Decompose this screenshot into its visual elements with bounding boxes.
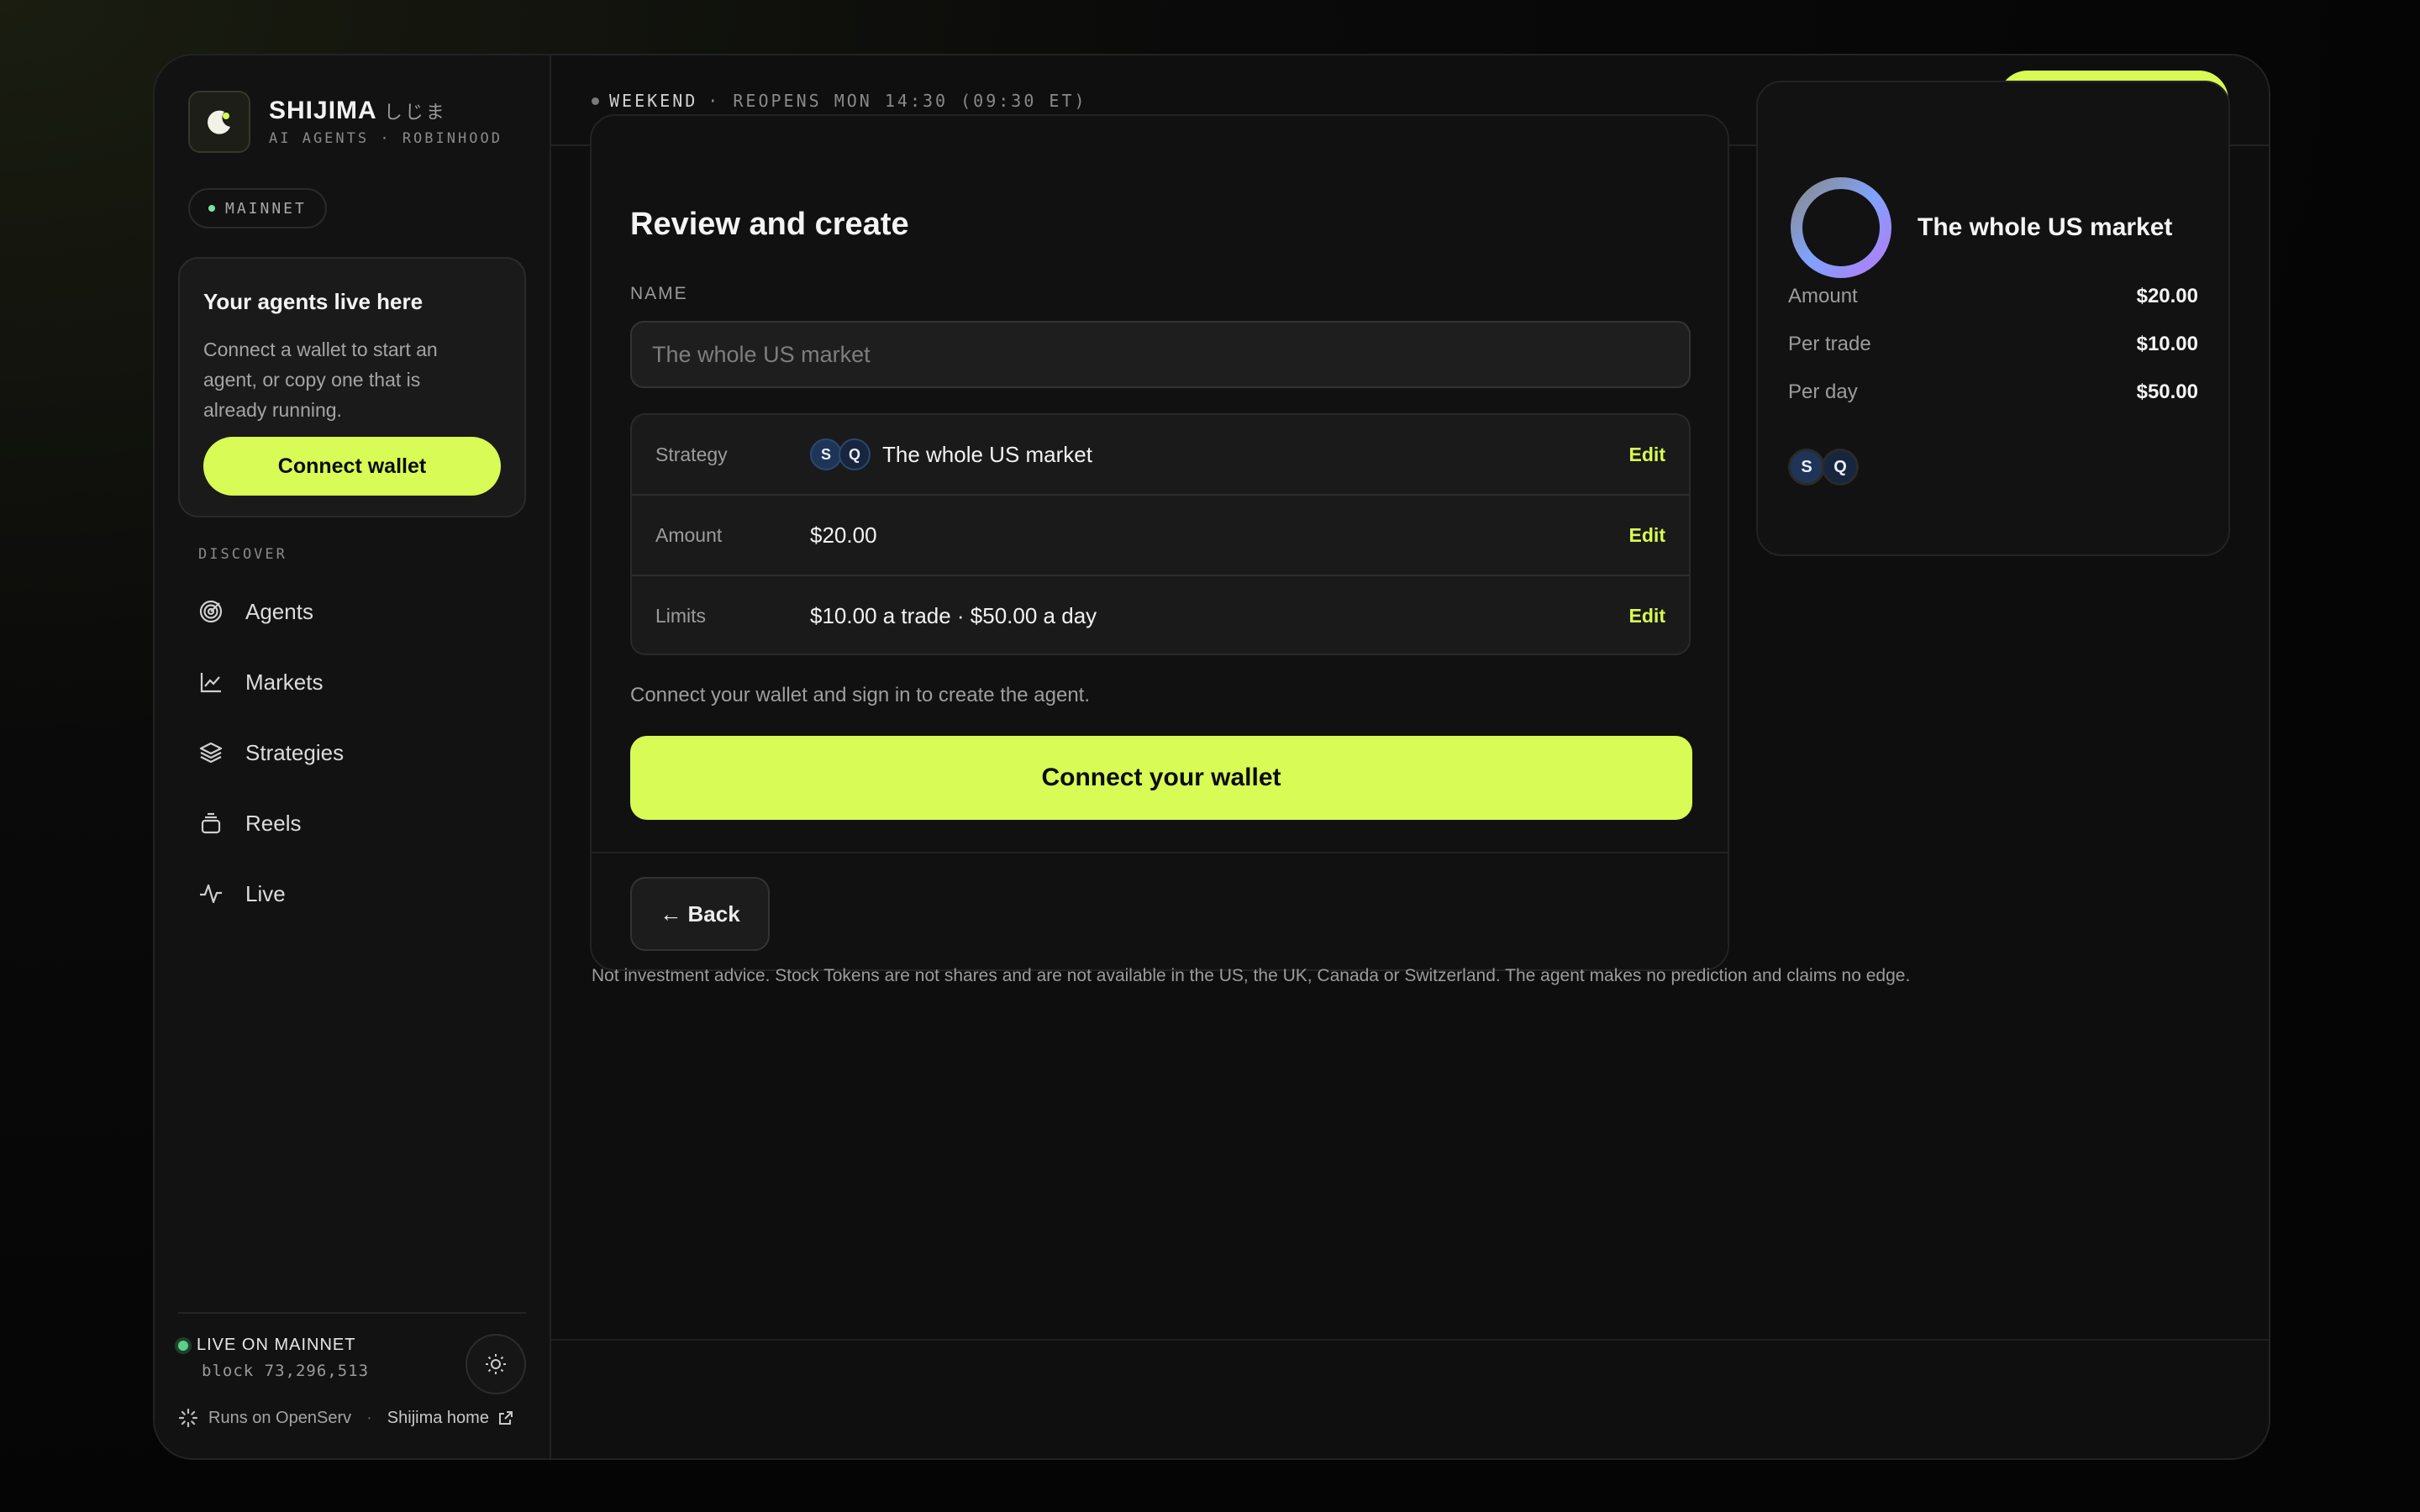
token-chip: Q xyxy=(839,438,871,470)
summary-row-value: S Q The whole US market xyxy=(810,438,1092,470)
review-panel: Review and create NAME Strategy S Q The … xyxy=(590,114,1729,971)
summary-row-label: Strategy xyxy=(655,443,728,465)
spinner-icon xyxy=(178,1408,198,1428)
agent-name-input[interactable] xyxy=(630,321,1691,388)
status-main: WEEKEND xyxy=(609,91,698,111)
preview-token-chips: S Q xyxy=(1788,449,1859,486)
sidebar-item-agents[interactable]: Agents xyxy=(198,576,344,647)
sidebar-nav: Agents Markets Strategies Reels Live xyxy=(198,576,344,929)
summary-row-value: $10.00 a trade · $50.00 a day xyxy=(810,602,1097,628)
summary-row-amount: Amount $20.00 Edit xyxy=(632,496,1689,576)
summary-row-label: Amount xyxy=(655,523,723,546)
runs-separator: · xyxy=(366,1408,372,1427)
preview-row-value: $10.00 xyxy=(2136,332,2198,355)
token-chip: Q xyxy=(1822,449,1859,486)
sidebar-item-label: Strategies xyxy=(245,739,345,765)
preview-row-label: Per trade xyxy=(1788,332,1871,355)
preview-row-per-day: Per day $50.00 xyxy=(1788,368,2198,416)
sidebar-item-strategies[interactable]: Strategies xyxy=(198,717,344,788)
name-label: NAME xyxy=(630,284,688,303)
radar-icon xyxy=(199,600,223,623)
summary-row-label: Limits xyxy=(655,604,707,627)
token-chip: S xyxy=(810,438,842,470)
sidebar-item-label: Markets xyxy=(245,669,324,695)
strategy-name: The whole US market xyxy=(882,441,1092,467)
preview-row-per-trade: Per trade $10.00 xyxy=(1788,320,2198,368)
preview-row-value: $50.00 xyxy=(2136,380,2198,403)
status-dot-icon xyxy=(592,97,599,105)
runs-on-row: Runs on OpenServ · Shijima home xyxy=(178,1408,514,1428)
connect-hint: Connect your wallet and sign in to creat… xyxy=(630,684,1091,706)
network-pill-label: MAINNET xyxy=(225,199,307,218)
preview-row-amount: Amount $20.00 xyxy=(1788,272,2198,320)
review-summary: Strategy S Q The whole US market Edit Am… xyxy=(630,413,1691,655)
strategy-token-chips: S Q xyxy=(810,438,871,470)
stack-icon xyxy=(201,812,221,834)
discover-label: DISCOVER xyxy=(198,546,287,563)
preview-row-label: Per day xyxy=(1788,380,1858,403)
token-chip: S xyxy=(1788,449,1825,486)
theme-toggle-button[interactable] xyxy=(466,1334,526,1394)
sidebar-item-label: Agents xyxy=(245,598,313,624)
back-button[interactable]: ← Back xyxy=(630,877,770,951)
market-status: WEEKEND · REOPENS MON 14:30 (09:30 ET) xyxy=(592,91,1087,111)
edit-strategy-button[interactable]: Edit xyxy=(1629,444,1665,466)
network-pill: MAINNET xyxy=(188,188,327,228)
sun-icon xyxy=(486,1354,506,1374)
sidebar-item-markets[interactable]: Markets xyxy=(198,647,344,717)
home-link-label: Shijima home xyxy=(387,1408,489,1427)
block-number: block 73,296,513 xyxy=(202,1362,370,1380)
brand-title: SHIJIMA xyxy=(269,97,377,124)
disclaimer: Not investment advice. Stock Tokens are … xyxy=(592,966,1911,985)
sidebar-item-live[interactable]: Live xyxy=(198,858,344,929)
panel-divider xyxy=(592,852,1728,853)
footer-band xyxy=(551,1339,2269,1458)
layers-icon xyxy=(199,742,223,764)
sidebar-item-reels[interactable]: Reels xyxy=(198,788,344,858)
card-title: Your agents live here xyxy=(203,289,424,314)
shijima-home-link[interactable]: Shijima home xyxy=(387,1409,514,1428)
sidebar-item-label: Reels xyxy=(245,810,302,836)
external-link-icon xyxy=(498,1411,513,1425)
edit-limits-button[interactable]: Edit xyxy=(1629,605,1665,627)
live-label: LIVE ON MAINNET xyxy=(197,1336,356,1354)
runs-on-text: Runs on OpenServ xyxy=(208,1408,352,1427)
live-dot-icon xyxy=(178,1340,188,1351)
card-body: Connect a wallet to start an agent, or c… xyxy=(203,339,438,421)
moon-logo-icon xyxy=(188,91,250,153)
review-title: Review and create xyxy=(630,207,909,242)
chart-line-icon xyxy=(200,673,221,693)
pulse-icon xyxy=(200,884,222,904)
agents-info-card: Your agents live here Connect a wallet t… xyxy=(178,257,526,517)
preview-rows: Amount $20.00 Per trade $10.00 Per day $… xyxy=(1788,272,2198,416)
sidebar-item-label: Live xyxy=(245,880,286,906)
sidebar-connect-wallet-button[interactable]: Connect wallet xyxy=(203,437,501,496)
brand-subtitle: AI AGENTS · ROBINHOOD xyxy=(269,130,502,147)
sidebar: SHIJIMA しじま AI AGENTS · ROBINHOOD MAINNET… xyxy=(155,55,551,1458)
donut-ring-icon xyxy=(1791,177,1891,278)
summary-row-value: $20.00 xyxy=(810,522,877,548)
preview-title: The whole US market xyxy=(1918,213,2173,241)
live-status: LIVE ON MAINNET block 73,296,513 xyxy=(178,1336,369,1380)
preview-row-value: $20.00 xyxy=(2136,284,2198,307)
summary-row-limits: Limits $10.00 a trade · $50.00 a day Edi… xyxy=(632,576,1689,655)
app-frame: SHIJIMA しじま AI AGENTS · ROBINHOOD MAINNET… xyxy=(153,54,2270,1460)
summary-row-strategy: Strategy S Q The whole US market Edit xyxy=(632,415,1689,496)
brand[interactable]: SHIJIMA しじま AI AGENTS · ROBINHOOD xyxy=(188,91,502,153)
preview-row-label: Amount xyxy=(1788,284,1858,307)
network-dot-icon xyxy=(208,205,215,212)
agent-preview-card: The whole US market Amount $20.00 Per tr… xyxy=(1756,81,2230,556)
connect-your-wallet-button[interactable]: Connect your wallet xyxy=(630,736,1692,820)
brand-title-jp: しじま xyxy=(383,102,447,123)
edit-amount-button[interactable]: Edit xyxy=(1629,524,1665,547)
brand-name: SHIJIMA しじま xyxy=(269,97,502,125)
sidebar-footer: LIVE ON MAINNET block 73,296,513 Runs on… xyxy=(178,1312,526,1428)
status-reopens: · REOPENS MON 14:30 (09:30 ET) xyxy=(708,91,1087,111)
